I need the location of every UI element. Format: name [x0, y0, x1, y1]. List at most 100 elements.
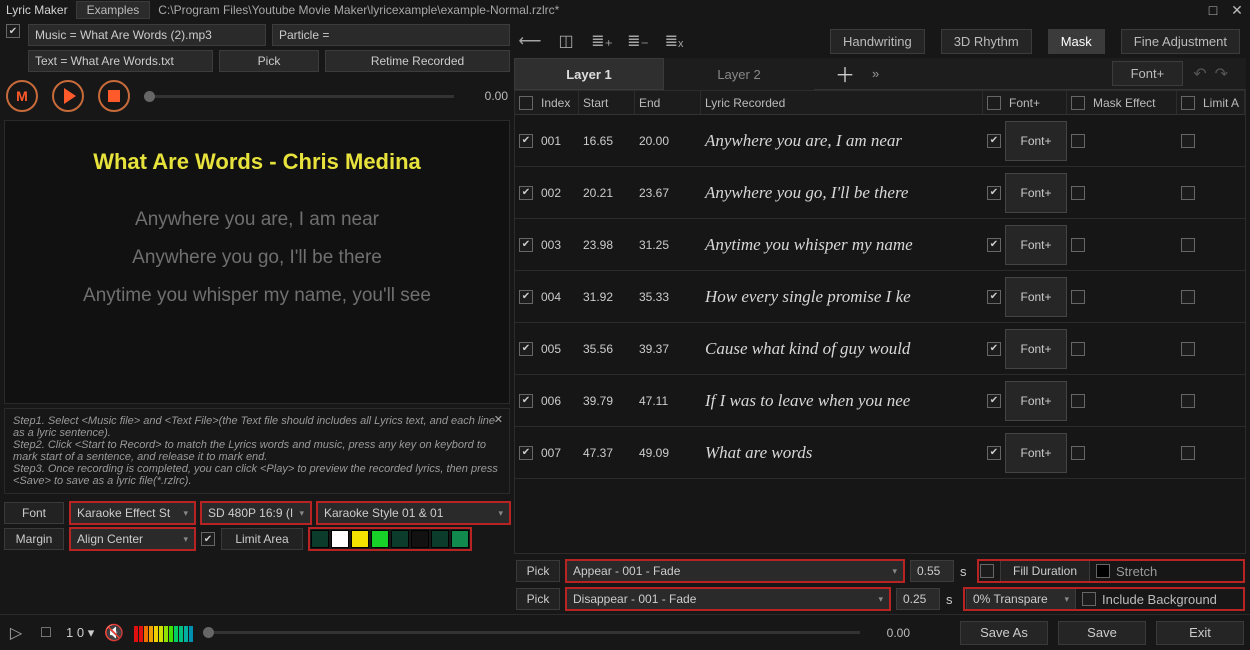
window-close-icon[interactable]: ✕	[1230, 2, 1244, 19]
row-mask-checkbox[interactable]	[1071, 134, 1085, 148]
row-font-checkbox[interactable]	[987, 342, 1001, 356]
table-row[interactable]: 00323.9831.25Anytime you whisper my name…	[515, 219, 1245, 271]
position-slider[interactable]	[144, 95, 454, 98]
stop-button[interactable]	[98, 80, 130, 112]
row-font-button[interactable]: Font+	[1005, 381, 1067, 421]
table-row[interactable]: 00747.3749.09What are wordsFont+	[515, 427, 1245, 479]
undo-redo-icon[interactable]: ↶↷	[1183, 64, 1246, 84]
align-select[interactable]: Align Center	[70, 528, 195, 550]
loop-count[interactable]: 1 0 ▾	[66, 625, 94, 641]
row-mask-checkbox[interactable]	[1071, 394, 1085, 408]
text-field[interactable]: Text = What Are Words.txt	[28, 50, 213, 72]
layer-1-tab[interactable]: Layer 1	[514, 58, 664, 90]
record-button[interactable]: M	[6, 80, 38, 112]
appear-duration[interactable]: 0.55	[910, 560, 954, 582]
row-checkbox[interactable]	[519, 342, 533, 356]
limit-all-checkbox[interactable]	[1181, 96, 1195, 110]
disappear-duration[interactable]: 0.25	[896, 588, 940, 610]
row-checkbox[interactable]	[519, 134, 533, 148]
footer-play-icon[interactable]: ▷	[6, 623, 26, 643]
resolution-select[interactable]: SD 480P 16:9 (I	[201, 502, 311, 524]
footer-slider[interactable]	[203, 631, 860, 634]
retime-recorded-button[interactable]: Retime Recorded	[325, 50, 510, 72]
particle-field[interactable]: Particle =	[272, 24, 510, 46]
color-palette[interactable]	[309, 528, 471, 550]
row-font-checkbox[interactable]	[987, 134, 1001, 148]
fontplus-button[interactable]: Font+	[1112, 61, 1184, 86]
color-swatch[interactable]	[331, 530, 349, 548]
mask-all-checkbox[interactable]	[1071, 96, 1085, 110]
row-limit-checkbox[interactable]	[1181, 290, 1195, 304]
row-limit-checkbox[interactable]	[1181, 134, 1195, 148]
add-layer-icon[interactable]: ＋	[832, 59, 858, 88]
row-font-button[interactable]: Font+	[1005, 121, 1067, 161]
list-clear-icon[interactable]: ≣ₓ	[664, 31, 684, 51]
color-swatch[interactable]	[391, 530, 409, 548]
row-font-checkbox[interactable]	[987, 238, 1001, 252]
color-swatch[interactable]	[351, 530, 369, 548]
row-checkbox[interactable]	[519, 394, 533, 408]
row-limit-checkbox[interactable]	[1181, 186, 1195, 200]
mask-tab[interactable]: Mask	[1048, 29, 1105, 54]
row-checkbox[interactable]	[519, 446, 533, 460]
row-font-button[interactable]: Font+	[1005, 433, 1067, 473]
bookmark-icon[interactable]: ◫	[556, 31, 576, 51]
back-icon[interactable]: ⟵	[520, 31, 540, 51]
play-button[interactable]	[52, 80, 84, 112]
table-row[interactable]: 00535.5639.37Cause what kind of guy woul…	[515, 323, 1245, 375]
mute-icon[interactable]: 🔇	[104, 623, 124, 643]
row-limit-checkbox[interactable]	[1181, 342, 1195, 356]
row-checkbox[interactable]	[519, 186, 533, 200]
row-font-checkbox[interactable]	[987, 290, 1001, 304]
list-add-icon[interactable]: ≣₊	[592, 31, 612, 51]
window-maximize-icon[interactable]: □	[1206, 2, 1220, 19]
row-limit-checkbox[interactable]	[1181, 446, 1195, 460]
karaoke-style-select[interactable]: Karaoke Style 01 & 01	[317, 502, 510, 524]
limit-area-checkbox[interactable]	[201, 532, 215, 546]
color-swatch[interactable]	[411, 530, 429, 548]
row-font-button[interactable]: Font+	[1005, 277, 1067, 317]
row-font-button[interactable]: Font+	[1005, 173, 1067, 213]
row-font-button[interactable]: Font+	[1005, 225, 1067, 265]
row-font-button[interactable]: Font+	[1005, 329, 1067, 369]
row-font-checkbox[interactable]	[987, 186, 1001, 200]
footer-stop-icon[interactable]: □	[36, 623, 56, 643]
more-layers-icon[interactable]: »	[872, 66, 879, 81]
row-mask-checkbox[interactable]	[1071, 446, 1085, 460]
music-field[interactable]: Music = What Are Words (2).mp3	[28, 24, 266, 46]
color-swatch[interactable]	[311, 530, 329, 548]
music-checkbox[interactable]	[6, 24, 20, 38]
row-limit-checkbox[interactable]	[1181, 238, 1195, 252]
row-limit-checkbox[interactable]	[1181, 394, 1195, 408]
appear-effect-select[interactable]: Appear - 001 - Fade	[566, 560, 904, 582]
exit-button[interactable]: Exit	[1156, 621, 1244, 645]
color-swatch[interactable]	[431, 530, 449, 548]
3d-rhythm-tab[interactable]: 3D Rhythm	[941, 29, 1032, 54]
list-remove-icon[interactable]: ≣₋	[628, 31, 648, 51]
font-all-checkbox[interactable]	[987, 96, 1001, 110]
row-font-checkbox[interactable]	[987, 446, 1001, 460]
stretch-checkbox[interactable]	[1096, 564, 1110, 578]
row-font-checkbox[interactable]	[987, 394, 1001, 408]
table-row[interactable]: 00639.7947.11If I was to leave when you …	[515, 375, 1245, 427]
examples-button[interactable]: Examples	[76, 1, 151, 19]
save-button[interactable]: Save	[1058, 621, 1146, 645]
row-mask-checkbox[interactable]	[1071, 186, 1085, 200]
close-tips-icon[interactable]: ✕	[494, 413, 503, 426]
disappear-effect-select[interactable]: Disappear - 001 - Fade	[566, 588, 890, 610]
row-checkbox[interactable]	[519, 238, 533, 252]
table-row[interactable]: 00220.2123.67Anywhere you go, I'll be th…	[515, 167, 1245, 219]
transparency-select[interactable]: 0% Transpare	[966, 588, 1076, 610]
handwriting-tab[interactable]: Handwriting	[830, 29, 925, 54]
row-mask-checkbox[interactable]	[1071, 290, 1085, 304]
row-mask-checkbox[interactable]	[1071, 342, 1085, 356]
table-row[interactable]: 00431.9235.33How every single promise I …	[515, 271, 1245, 323]
include-bg-checkbox[interactable]	[1082, 592, 1096, 606]
fill-duration-checkbox[interactable]	[980, 564, 994, 578]
color-swatch[interactable]	[371, 530, 389, 548]
karaoke-effect-select[interactable]: Karaoke Effect St	[70, 502, 195, 524]
pick-text-button[interactable]: Pick	[219, 50, 319, 72]
select-all-checkbox[interactable]	[519, 96, 533, 110]
row-checkbox[interactable]	[519, 290, 533, 304]
fine-adjustment-tab[interactable]: Fine Adjustment	[1121, 29, 1240, 54]
